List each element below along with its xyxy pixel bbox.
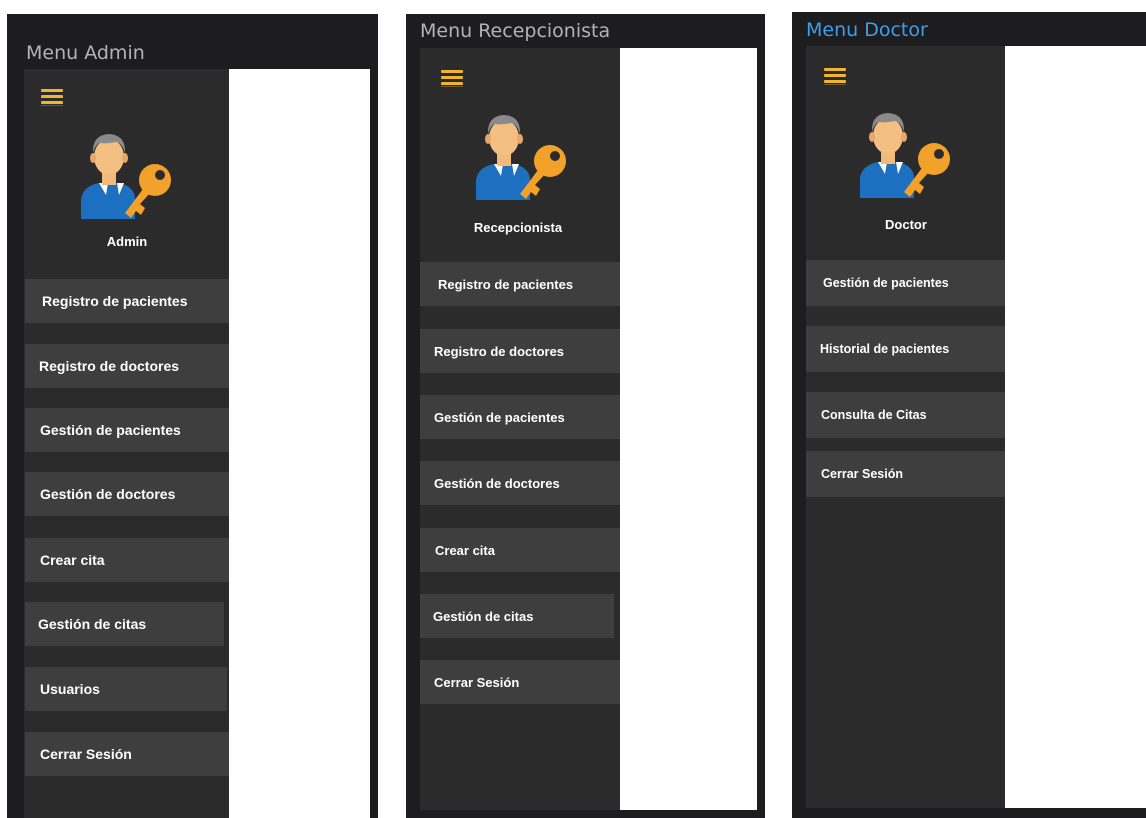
recepcionista-menu-window: Menu Recepcionista Recepcionista Registr… [406, 14, 765, 818]
menu-item-cerrar-sesion[interactable]: Cerrar Sesión [420, 660, 620, 704]
menu-item-registro-pacientes[interactable]: Registro de pacientes [25, 279, 230, 323]
menu-item-crear-cita[interactable]: Crear cita [420, 528, 620, 572]
menu-item-gestion-pacientes[interactable]: Gestión de pacientes [25, 408, 230, 452]
menu-item-gestion-doctores[interactable]: Gestión de doctores [420, 461, 620, 505]
content-area [620, 48, 757, 810]
window-title: Menu Recepcionista [420, 20, 611, 42]
sidebar: Admin Registro de pacientes Registro de … [24, 69, 232, 818]
menu-item-cerrar-sesion[interactable]: Cerrar Sesión [25, 732, 232, 776]
role-label: Doctor [885, 217, 927, 232]
role-label: Admin [106, 234, 148, 249]
menu-item-usuarios[interactable]: Usuarios [25, 667, 227, 711]
window-title: Menu Doctor [806, 19, 928, 41]
admin-menu-window: Menu Admin Admin Registro de pacientes R… [7, 14, 378, 818]
menu-item-gestion-doctores[interactable]: Gestión de doctores [25, 472, 230, 516]
user-key-icon [81, 134, 171, 219]
hamburger-icon[interactable] [41, 87, 63, 107]
content-area [1005, 46, 1146, 808]
menu-item-gestion-pacientes[interactable]: Gestión de pacientes [420, 395, 620, 439]
menu-item-consulta-citas[interactable]: Consulta de Citas [806, 392, 1005, 438]
hamburger-icon[interactable] [824, 66, 846, 86]
user-key-icon [476, 115, 566, 200]
menu-item-registro-doctores[interactable]: Registro de doctores [25, 344, 230, 388]
menu-item-registro-doctores[interactable]: Registro de doctores [420, 329, 620, 373]
menu-item-gestion-citas[interactable]: Gestión de citas [420, 594, 614, 638]
menu-item-registro-pacientes[interactable]: Registro de pacientes [420, 262, 620, 306]
sidebar: Doctor Gestión de pacientes Historial de… [806, 46, 1005, 808]
role-label: Recepcionista [473, 220, 563, 235]
menu-item-crear-cita[interactable]: Crear cita [25, 538, 230, 582]
menu-item-gestion-pacientes[interactable]: Gestión de pacientes [806, 260, 1005, 306]
sidebar: Recepcionista Registro de pacientes Regi… [420, 48, 620, 810]
hamburger-icon[interactable] [441, 68, 463, 88]
content-area [229, 69, 370, 818]
window-title: Menu Admin [26, 42, 145, 64]
doctor-menu-window: Menu Doctor Doctor Gestión de pacientes … [792, 12, 1146, 818]
user-key-icon [860, 113, 950, 198]
menu-item-gestion-citas[interactable]: Gestión de citas [25, 602, 224, 646]
menu-item-cerrar-sesion[interactable]: Cerrar Sesión [806, 451, 1005, 497]
menu-item-historial-pacientes[interactable]: Historial de pacientes [806, 326, 1005, 372]
